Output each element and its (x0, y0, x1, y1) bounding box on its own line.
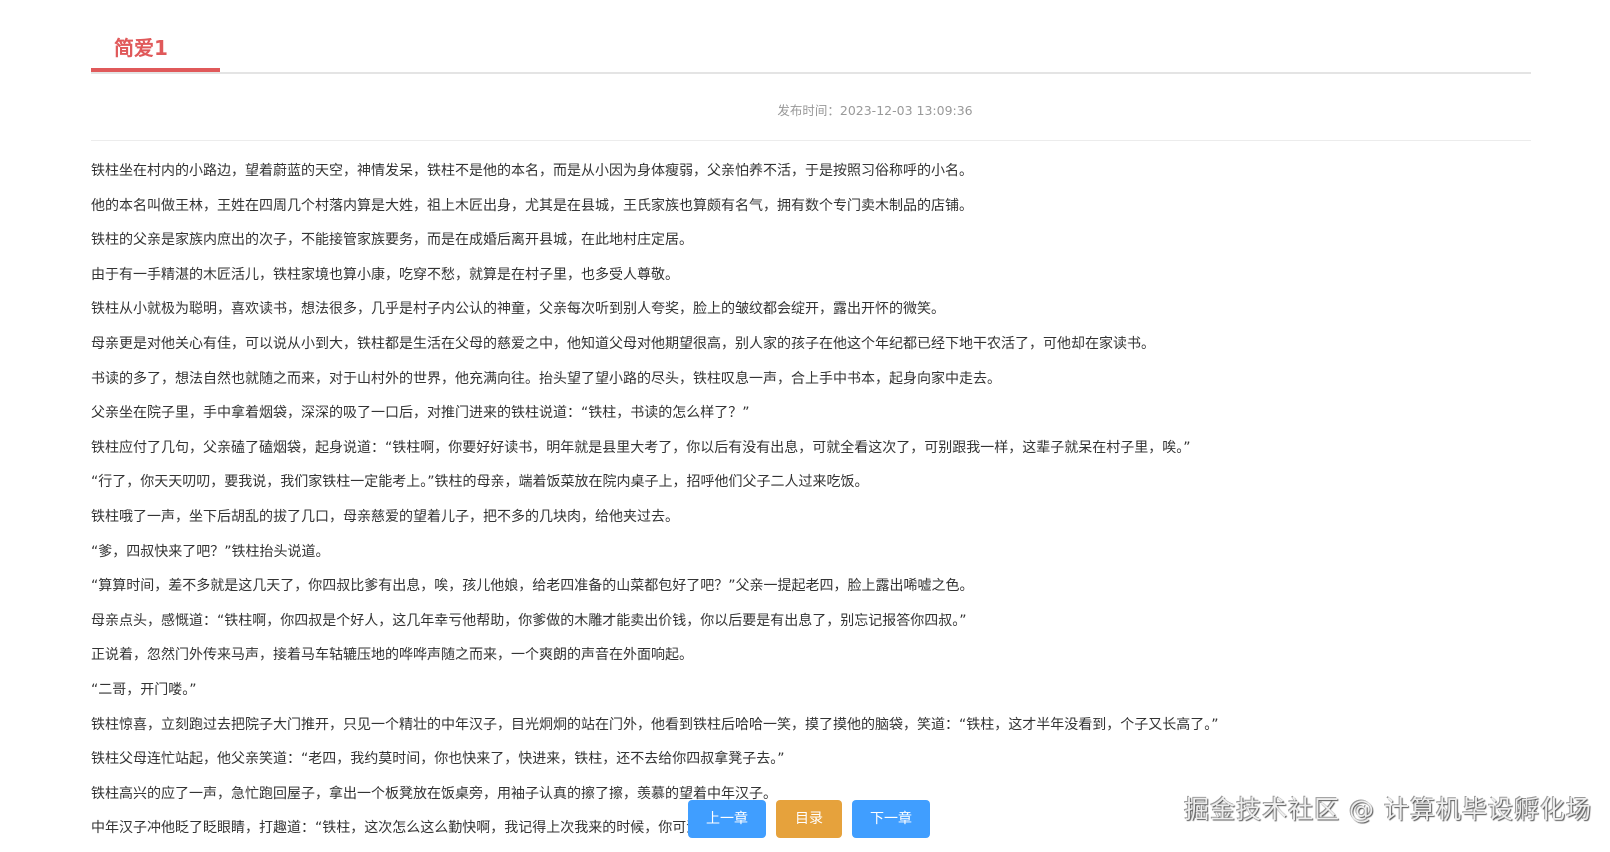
paragraph: 母亲更是对他关心有佳，可以说从小到大，铁柱都是生活在父母的慈爱之中，他知道父母对… (91, 335, 1155, 352)
paragraph: 铁柱惊喜，立刻跑过去把院子大门推开，只见一个精壮的中年汉子，目光炯炯的站在门外，… (91, 716, 1219, 733)
paragraph: “二哥，开门喽。” (91, 681, 197, 698)
paragraph: 母亲点头，感慨道：“铁柱啊，你四叔是个好人，这几年幸亏他帮助，你爹做的木雕才能卖… (91, 612, 967, 629)
paragraph: 书读的多了，想法自然也就随之而来，对于山村外的世界，他充满向往。抬头望了望小路的… (91, 370, 1001, 387)
paragraph: 由于有一手精湛的木匠活儿，铁柱家境也算小康，吃穿不愁，就算是在村子里，也多受人尊… (91, 266, 679, 283)
publish-time: 2023-12-03 13:09:36 (839, 103, 973, 118)
paragraph: 铁柱父母连忙站起，他父亲笑道：“老四，我约莫时间，你也快来了，快进来，铁柱，还不… (91, 751, 785, 768)
paragraph: 铁柱从小就极为聪明，喜欢读书，想法很多，几乎是村子内公认的神童，父亲每次听到别人… (91, 301, 945, 318)
watermark: 掘金技术社区 @ 计算机毕设孵化场 (1184, 795, 1592, 824)
table-of-contents-button[interactable]: 目录 (776, 800, 842, 838)
paragraph: 铁柱应付了几句，父亲磕了磕烟袋，起身说道：“铁柱啊，你要好好读书，明年就是县里大… (91, 439, 1191, 456)
paragraph: “算算时间，差不多就是这几天了，你四叔比爹有出息，唉，孩儿他娘，给老四准备的山菜… (91, 578, 974, 595)
publish-info: 发布时间：2023-12-03 13:09:36 (0, 100, 1610, 119)
chapter-title: 简爱1 (114, 36, 168, 60)
chapter-tab-bar: 简爱1 (91, 28, 1531, 74)
prev-chapter-button[interactable]: 上一章 (688, 800, 766, 838)
paragraph: 正说着，忽然门外传来马声，接着马车轱辘压地的哗哗声随之而来，一个爽朗的声音在外面… (91, 647, 693, 664)
tab-chapter-title[interactable]: 简爱1 (91, 28, 220, 72)
paragraph: 他的本名叫做王林，王姓在四周几个村落内算是大姓，祖上木匠出身，尤其是在县城，王氏… (91, 197, 973, 214)
paragraph: 父亲坐在院子里，手中拿着烟袋，深深的吸了一口后，对推门进来的铁柱说道：“铁柱，书… (91, 405, 750, 422)
next-chapter-button[interactable]: 下一章 (852, 800, 930, 838)
paragraph: 铁柱哦了一声，坐下后胡乱的拔了几口，母亲慈爱的望着儿子，把不多的几块肉，给他夹过… (91, 508, 679, 525)
publish-label: 发布时间： (777, 103, 840, 118)
divider (91, 140, 1531, 141)
chapter-nav: 上一章 目录 下一章 (688, 800, 930, 838)
paragraph: “爹，四叔快来了吧？”铁柱抬头说道。 (91, 543, 330, 560)
paragraph: 铁柱坐在村内的小路边，望着蔚蓝的天空，神情发呆，铁柱不是他的本名，而是从小因为身… (91, 163, 973, 179)
paragraph: “行了，你天天叨叨，要我说，我们家铁柱一定能考上。”铁柱的母亲，端着饭菜放在院内… (91, 474, 869, 491)
chapter-content: 铁柱坐在村内的小路边，望着蔚蓝的天空，神情发呆，铁柱不是他的本名，而是从小因为身… (91, 160, 1531, 852)
paragraph: 铁柱的父亲是家族内庶出的次子，不能接管家族要务，而是在成婚后离开县城，在此地村庄… (91, 232, 693, 249)
